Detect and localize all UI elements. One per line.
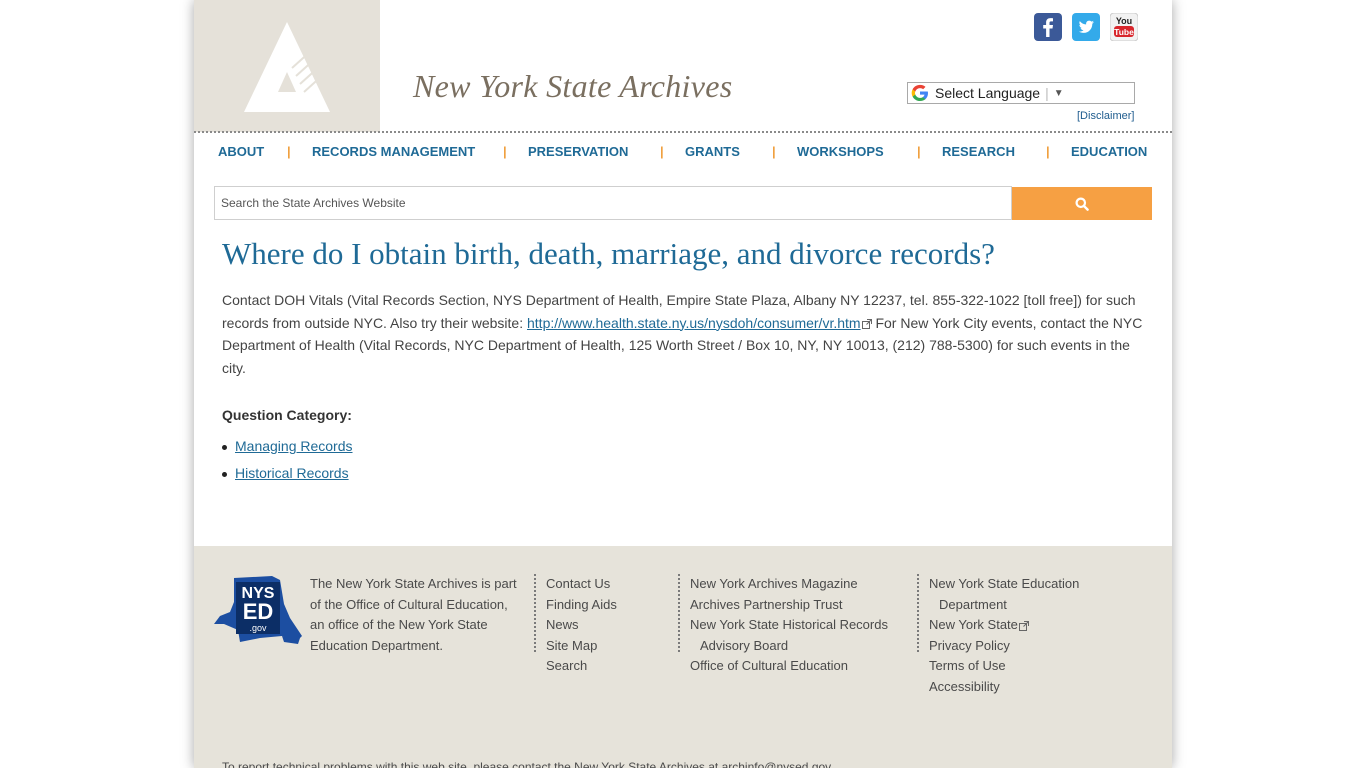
footer-link-archives-magazine[interactable]: New York Archives Magazine [690, 574, 888, 595]
twitter-icon[interactable] [1072, 13, 1100, 46]
search-button[interactable] [1012, 187, 1152, 220]
nav-research[interactable]: RESEARCH [942, 144, 1015, 159]
footer-link-nys[interactable]: New York State [929, 615, 1079, 636]
health-website-link[interactable]: http://www.health.state.ny.us/nysdoh/con… [527, 315, 861, 331]
page-container: New York State Archives You Tube Select … [194, 0, 1172, 768]
language-select[interactable]: Select Language | ▼ [907, 82, 1135, 104]
bullet [222, 444, 227, 450]
footer-about-text: The New York State Archives is part of t… [310, 576, 517, 653]
footer-link-accessibility[interactable]: Accessibility [929, 677, 1079, 698]
footer-link-privacy[interactable]: Privacy Policy [929, 636, 1079, 657]
footer-link-historical-records-board-cont[interactable]: Advisory Board [690, 636, 888, 657]
search-input[interactable] [214, 186, 1012, 220]
dropdown-arrow-icon: ▼ [1053, 87, 1064, 99]
footer-link-nys-label: New York State [929, 617, 1018, 632]
header-divider [194, 131, 1172, 133]
footer-link-news[interactable]: News [546, 615, 617, 636]
bullet [222, 471, 227, 477]
nysed-state-logo-icon: NYS ED .gov [214, 576, 302, 644]
external-link-icon [861, 318, 872, 329]
category-link-historical-records[interactable]: Historical Records [235, 465, 349, 481]
google-icon [911, 84, 928, 101]
nav-separator: | [917, 144, 921, 159]
nav-separator: | [503, 144, 507, 159]
nav-grants[interactable]: GRANTS [685, 144, 740, 159]
youtube-label-bottom: Tube [1114, 27, 1134, 37]
search-icon [1075, 197, 1089, 211]
youtube-label-top: You [1116, 16, 1132, 26]
nysed-logo[interactable]: NYS ED .gov [212, 574, 304, 653]
footer-links-col3: New York State Education Department New … [917, 574, 1079, 694]
footer-link-finding-aids[interactable]: Finding Aids [546, 595, 617, 616]
external-link-icon [1018, 620, 1029, 631]
footer-links-col1: Contact Us Finding Aids News Site Map Se… [534, 574, 617, 673]
page-title: Where do I obtain birth, death, marriage… [222, 236, 995, 271]
nav-education[interactable]: EDUCATION [1071, 144, 1147, 159]
footer-link-historical-records-board[interactable]: New York State Historical Records [690, 615, 888, 636]
footer-link-site-map[interactable]: Site Map [546, 636, 617, 657]
footer-links-col2: New York Archives Magazine Archives Part… [678, 574, 888, 673]
youtube-icon[interactable]: You Tube [1109, 12, 1139, 46]
nav-separator: | [1046, 144, 1050, 159]
nav-separator: | [287, 144, 291, 159]
question-category-label: Question Category: [222, 407, 352, 423]
nav-workshops[interactable]: WORKSHOPS [797, 144, 884, 159]
list-item: Historical Records [222, 461, 353, 488]
list-item: Managing Records [222, 434, 353, 461]
nysed-logo-mid: ED [243, 599, 274, 624]
footer-link-nysed-cont[interactable]: Department [929, 595, 1079, 616]
category-link-managing-records[interactable]: Managing Records [235, 438, 353, 454]
main-nav: ABOUT | RECORDS MANAGEMENT | PRESERVATIO… [194, 144, 1172, 160]
nysed-logo-bottom: .gov [249, 623, 267, 633]
footer-link-contact-us[interactable]: Contact Us [546, 574, 617, 595]
footer-link-cultural-education[interactable]: Office of Cultural Education [690, 656, 888, 677]
language-select-label: Select Language [935, 85, 1041, 101]
category-list: Managing Records Historical Records [222, 434, 353, 488]
facebook-icon[interactable] [1034, 13, 1062, 46]
footer-link-partnership-trust[interactable]: Archives Partnership Trust [690, 595, 888, 616]
footer-link-search[interactable]: Search [546, 656, 617, 677]
archives-a-logo-icon [244, 22, 330, 112]
nav-separator: | [660, 144, 664, 159]
archives-logo[interactable] [194, 0, 380, 132]
site-title[interactable]: New York State Archives [413, 68, 732, 105]
footer-link-nysed[interactable]: New York State Education [929, 574, 1079, 595]
nav-records-management[interactable]: RECORDS MANAGEMENT [312, 144, 475, 159]
nav-separator: | [772, 144, 776, 159]
nav-about[interactable]: ABOUT [218, 144, 264, 159]
footer-bottom-text: To report technical problems with this w… [222, 760, 832, 768]
nav-preservation[interactable]: PRESERVATION [528, 144, 628, 159]
answer-text: Contact DOH Vitals (Vital Records Sectio… [222, 289, 1147, 379]
disclaimer-link[interactable]: [Disclaimer] [1077, 110, 1134, 122]
footer-link-terms[interactable]: Terms of Use [929, 656, 1079, 677]
footer: NYS ED .gov The New York State Archives … [194, 546, 1172, 768]
